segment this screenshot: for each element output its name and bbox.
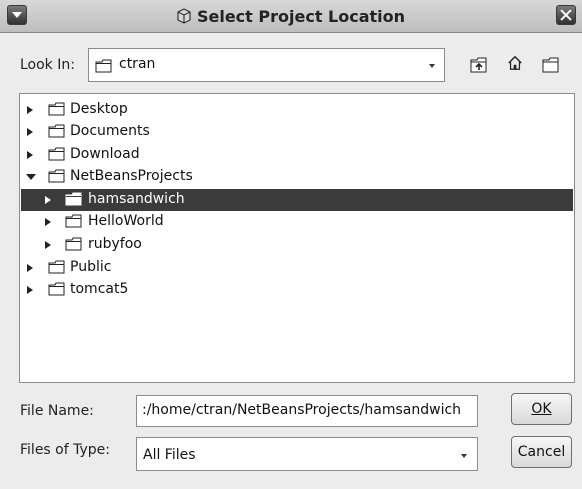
file-type-label: Files of Type:	[20, 442, 110, 458]
folder-icon	[48, 147, 65, 161]
expand-icon[interactable]	[27, 106, 33, 114]
window-title: Select Project Location	[0, 7, 582, 26]
tree-item-label: NetBeansProjects	[70, 168, 193, 184]
new-folder-icon[interactable]	[542, 57, 560, 73]
tree-item-helloworld[interactable]: HelloWorld	[21, 211, 573, 233]
tree-item-tomcat5[interactable]: tomcat5	[21, 279, 573, 301]
close-button[interactable]	[556, 5, 576, 25]
home-icon[interactable]	[506, 55, 524, 71]
folder-tree[interactable]: Desktop Documents Download NetBeansProje…	[19, 93, 575, 383]
file-chooser-dialog: Select Project Location Look In: ctran D…	[0, 0, 582, 489]
title-bar[interactable]: Select Project Location	[0, 0, 582, 33]
tree-item-label: tomcat5	[70, 281, 129, 297]
window-title-text: Select Project Location	[196, 7, 406, 26]
tree-item-label: hamsandwich	[88, 191, 185, 207]
expand-icon[interactable]	[27, 264, 33, 272]
folder-icon	[48, 124, 65, 138]
folder-icon	[48, 260, 65, 274]
file-type-combo[interactable]: All Files	[136, 437, 478, 471]
tree-item-label: rubyfoo	[88, 236, 142, 252]
folder-icon	[65, 237, 82, 251]
expand-icon[interactable]	[27, 286, 33, 294]
collapse-icon[interactable]	[26, 174, 36, 180]
up-folder-icon[interactable]	[470, 57, 488, 73]
folder-icon	[48, 102, 65, 116]
chevron-down-icon[interactable]	[461, 454, 467, 458]
look-in-combo[interactable]: ctran	[88, 48, 445, 82]
tree-item-label: Desktop	[70, 101, 128, 117]
cancel-button[interactable]: Cancel	[511, 436, 572, 468]
tree-item-hamsandwich[interactable]: hamsandwich	[21, 189, 573, 211]
expand-icon[interactable]	[45, 241, 51, 249]
tree-item-desktop[interactable]: Desktop	[21, 99, 573, 121]
expand-icon[interactable]	[27, 128, 33, 136]
tree-item-download[interactable]: Download	[21, 144, 573, 166]
ok-button[interactable]: OK	[511, 393, 572, 425]
folder-icon	[65, 214, 82, 228]
tree-item-netbeansprojects[interactable]: NetBeansProjects	[21, 166, 573, 188]
tree-item-label: Documents	[70, 123, 150, 139]
cancel-button-label: Cancel	[517, 444, 566, 460]
folder-icon	[65, 192, 82, 206]
tree-item-documents[interactable]: Documents	[21, 121, 573, 143]
tree-item-label: Public	[70, 259, 112, 275]
netbeans-cube-icon	[177, 8, 191, 24]
folder-icon	[95, 59, 112, 73]
folder-icon	[48, 282, 65, 296]
expand-icon[interactable]	[45, 218, 51, 226]
file-name-label: File Name:	[20, 403, 94, 419]
tree-item-label: HelloWorld	[88, 213, 164, 229]
file-type-value: All Files	[143, 447, 196, 463]
file-name-field[interactable]: :/home/ctran/NetBeansProjects/hamsandwic…	[136, 395, 478, 427]
chevron-down-icon[interactable]	[429, 64, 435, 68]
look-in-value: ctran	[119, 56, 156, 72]
folder-open-icon	[48, 169, 65, 183]
expand-icon[interactable]	[27, 151, 33, 159]
tree-item-rubyfoo[interactable]: rubyfoo	[21, 234, 573, 256]
file-name-value: :/home/ctran/NetBeansProjects/hamsandwic…	[142, 402, 462, 418]
tree-item-label: Download	[70, 146, 140, 162]
ok-button-label: OK	[531, 401, 552, 417]
tree-item-public[interactable]: Public	[21, 257, 573, 279]
expand-icon[interactable]	[45, 196, 51, 204]
look-in-label: Look In:	[20, 57, 75, 73]
